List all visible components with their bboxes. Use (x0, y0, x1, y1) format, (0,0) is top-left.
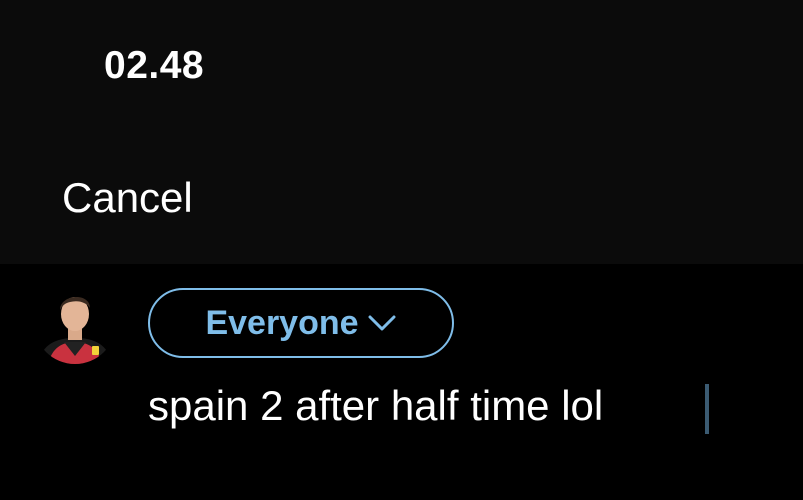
compose-screen: 02.48 Cancel Everyone spain 2 after half (0, 0, 803, 500)
top-bar: 02.48 Cancel (0, 0, 803, 264)
avatar-image (34, 282, 116, 364)
avatar[interactable] (34, 282, 116, 364)
tweet-text-input[interactable]: spain 2 after half time lol (148, 382, 603, 430)
audience-label: Everyone (205, 303, 359, 342)
status-time: 02.48 (104, 44, 205, 87)
text-cursor (705, 384, 709, 434)
cancel-button[interactable]: Cancel (62, 174, 193, 222)
chevron-down-icon (367, 313, 397, 333)
audience-selector-button[interactable]: Everyone (148, 288, 454, 358)
